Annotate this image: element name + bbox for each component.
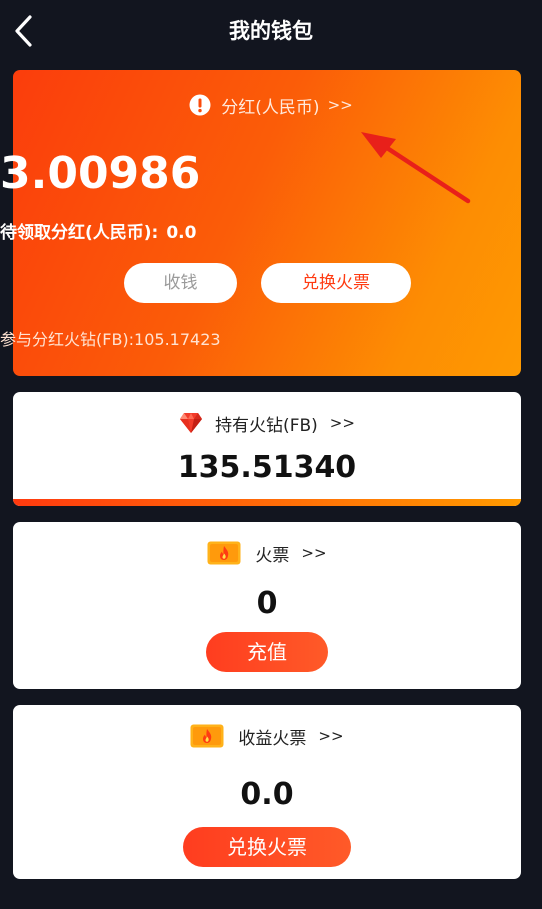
fire-ticket-icon: [207, 541, 241, 565]
earnings-more-indicator: >>: [318, 727, 344, 745]
pending-dividend-label: 待领取分红(人民币):: [0, 223, 159, 243]
exclamation-circle-icon: [189, 94, 211, 116]
dividend-amount: 3.00986: [0, 148, 201, 199]
chevron-left-icon: [15, 15, 32, 47]
exchange-earnings-button[interactable]: 兑换火票: [183, 827, 351, 867]
exchange-ticket-button[interactable]: 兑换火票: [261, 263, 411, 303]
back-button[interactable]: [8, 12, 44, 50]
participation-fb-text: 参与分红火钻(FB):105.17423: [0, 330, 221, 349]
diamond-card: 持有火钻(FB) >> 135.51340: [13, 392, 521, 506]
ticket-more-indicator: >>: [301, 544, 327, 562]
ticket-header-link[interactable]: 火票 >>: [13, 538, 521, 568]
wallet-page: 我的钱包 分红(人民币) >> 3.00986 待领取分红(人民币): 0.0 收…: [0, 0, 542, 909]
earnings-header-link[interactable]: 收益火票 >>: [13, 721, 521, 751]
fire-ticket-icon: [190, 724, 224, 748]
diamond-title: 持有火钻(FB): [215, 415, 318, 436]
pending-dividend-row: 待领取分红(人民币): 0.0: [0, 220, 542, 246]
dividend-title: 分红(人民币): [221, 97, 320, 118]
recharge-button[interactable]: 充值: [206, 632, 328, 672]
diamond-progress-fill: [13, 499, 521, 506]
earnings-ticket-card: 收益火票 >> 0.0 兑换火票: [13, 705, 521, 879]
page-title: 我的钱包: [229, 19, 313, 43]
earnings-title: 收益火票: [238, 728, 307, 749]
nav-bar: 我的钱包: [0, 0, 542, 62]
dividend-header-link[interactable]: 分红(人民币) >>: [0, 89, 542, 121]
pending-dividend-value: 0.0: [166, 223, 197, 243]
ticket-title: 火票: [255, 545, 290, 566]
ticket-card: 火票 >> 0 充值: [13, 522, 521, 689]
diamond-header-link[interactable]: 持有火钻(FB) >>: [13, 408, 521, 438]
diamond-more-indicator: >>: [329, 414, 355, 432]
earnings-amount: 0.0: [240, 777, 294, 812]
diamond-amount: 135.51340: [177, 450, 357, 485]
collect-button[interactable]: 收钱: [124, 263, 237, 303]
diamond-progress-bar: [13, 499, 521, 506]
red-diamond-icon: [180, 413, 203, 433]
ticket-amount: 0: [256, 586, 278, 621]
dividend-more-indicator: >>: [327, 96, 353, 114]
